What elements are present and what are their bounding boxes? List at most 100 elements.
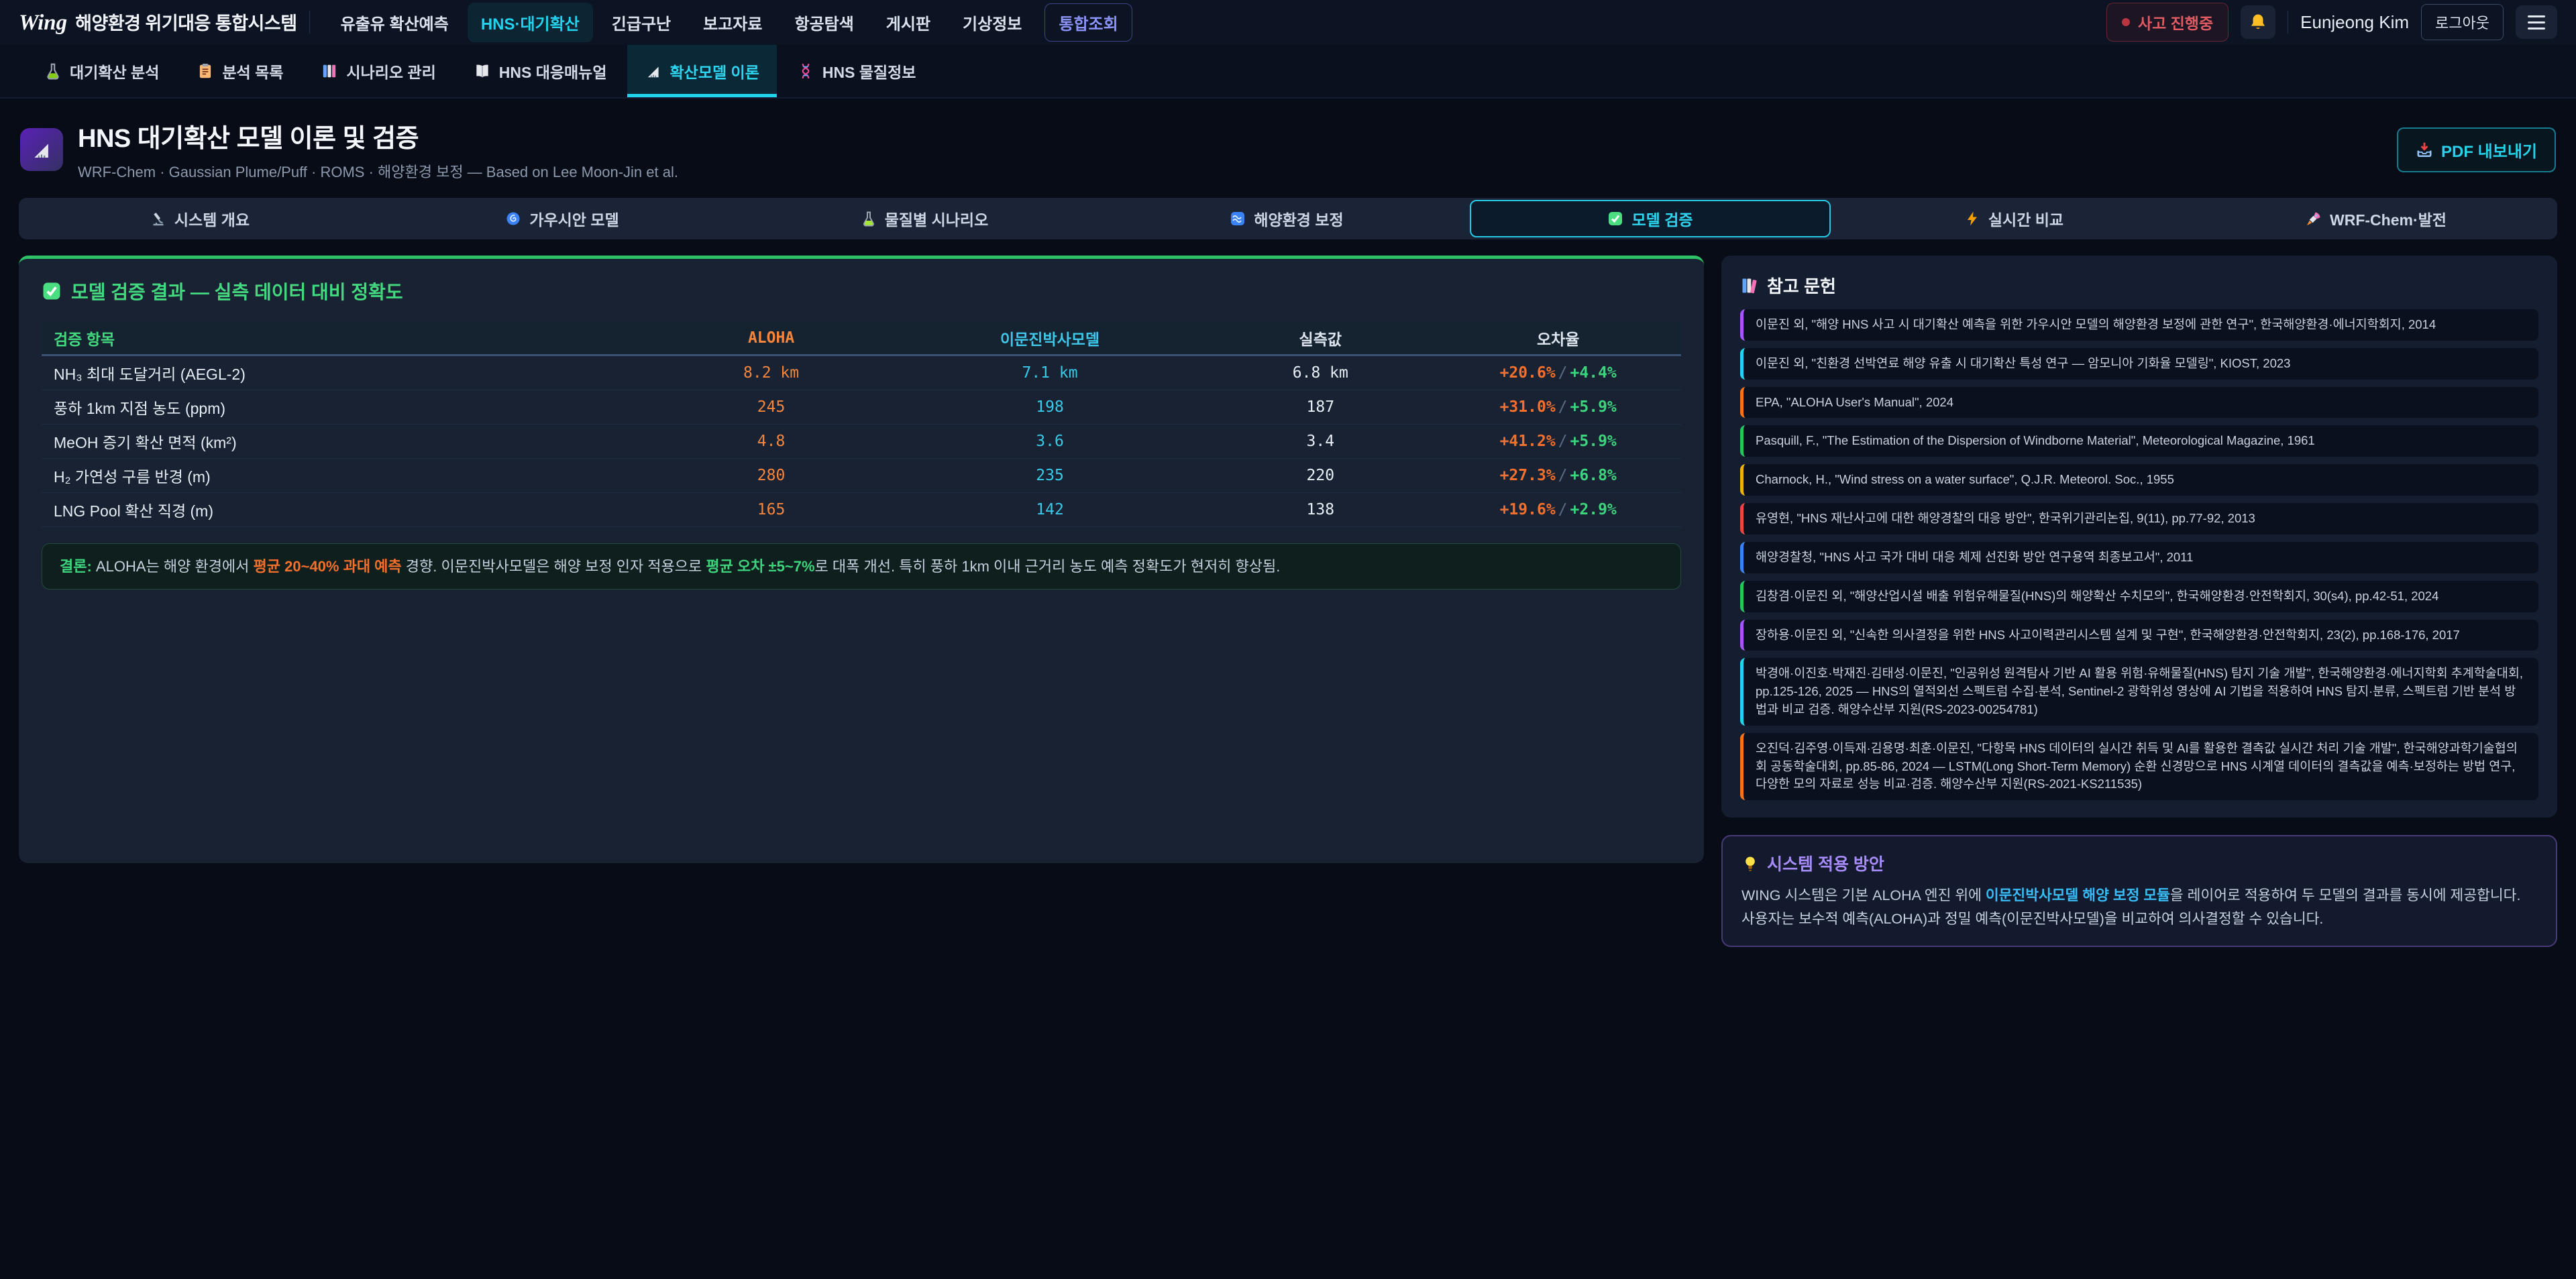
validation-card: 모델 검증 결과 — 실측 데이터 대비 정확도 검증 항목 ALOHA 이문진… [19, 256, 1704, 863]
tab-label: 분석 목록 [222, 60, 283, 82]
pdf-export-button[interactable]: PDF 내보내기 [2397, 127, 2556, 172]
open-book-icon [474, 62, 491, 80]
test-tube-icon [861, 211, 877, 227]
check-icon [42, 281, 62, 301]
section-tab-label: 실시간 비교 [1988, 207, 2063, 230]
conclusion-note: 결론: ALOHA는 해양 환경에서 평균 20~40% 과대 예측 경향. 이… [42, 543, 1681, 590]
error-rate-value: +31.0%/+5.9% [1435, 390, 1681, 425]
lee-model-value: 3.6 [894, 425, 1205, 459]
table-row: 풍하 1km 지점 농도 (ppm) 245 198 187 +31.0%/+5… [42, 390, 1681, 425]
lightning-icon [1964, 211, 1980, 227]
nav-item-reports[interactable]: 보고자료 [690, 3, 775, 42]
reference-item: Pasquill, F., "The Estimation of the Dis… [1740, 425, 2538, 457]
section-tab-label: 가우시안 모델 [529, 207, 619, 230]
brand: Wing 해양환경 위기대응 통합시스템 [19, 9, 297, 36]
error-rate-value: +27.3%/+6.8% [1435, 459, 1681, 493]
module-tab-bar: 대기확산 분석 분석 목록 시나리오 관리 HNS 대응매뉴얼 확산모델 이론 … [0, 45, 2576, 99]
hamburger-icon [2528, 15, 2545, 30]
tab-label: HNS 대응매뉴얼 [499, 60, 607, 82]
col-header-measured: 실측값 [1205, 322, 1435, 355]
nav-item-hns-dispersion[interactable]: HNS·대기확산 [468, 3, 593, 42]
top-bar: Wing 해양환경 위기대응 통합시스템 유출유 확산예측 HNS·대기확산 긴… [0, 0, 2576, 45]
nav-item-board[interactable]: 게시판 [873, 3, 944, 42]
tab-model-theory[interactable]: 확산모델 이론 [627, 45, 777, 97]
section-tab-label: 시스템 개요 [174, 207, 250, 230]
tab-dispersion-analysis[interactable]: 대기확산 분석 [27, 45, 176, 97]
col-header-item: 검증 항목 [42, 322, 648, 355]
nav-item-weather[interactable]: 기상정보 [949, 3, 1035, 42]
row-item-label: H₂ 가연성 구름 반경 (m) [42, 459, 648, 493]
section-tab-wrf-chem[interactable]: WRF-Chem·발전 [2197, 200, 2555, 237]
logout-button[interactable]: 로그아웃 [2421, 4, 2504, 40]
section-tab-label: 물질별 시나리오 [885, 207, 989, 230]
reference-item: EPA, "ALOHA User's Manual", 2024 [1740, 387, 2538, 419]
page-icon-box [20, 128, 63, 171]
menu-button[interactable] [2516, 5, 2557, 39]
section-tab-gaussian-model[interactable]: 가우시안 모델 [383, 200, 741, 237]
section-tab-label: 모델 검증 [1631, 207, 1693, 230]
lee-model-value: 7.1 km [894, 355, 1205, 390]
aloha-value: 165 [648, 493, 894, 527]
nav-item-emergency-rescue[interactable]: 긴급구난 [598, 3, 684, 42]
table-row: MeOH 증기 확산 면적 (km²) 4.8 3.6 3.4 +41.2%/+… [42, 425, 1681, 459]
divider [309, 11, 310, 34]
tab-label: 대기확산 분석 [70, 60, 159, 82]
tab-hns-manual[interactable]: HNS 대응매뉴얼 [456, 45, 625, 97]
col-header-error-rate: 오차율 [1435, 322, 1681, 355]
tab-label: 시나리오 관리 [346, 60, 435, 82]
table-header: 검증 항목 ALOHA 이문진박사모델 실측값 오차율 [42, 322, 1681, 355]
tab-analysis-list[interactable]: 분석 목록 [179, 45, 301, 97]
lee-model-value: 235 [894, 459, 1205, 493]
tab-scenario-management[interactable]: 시나리오 관리 [303, 45, 453, 97]
nav-item-aerial-search[interactable]: 항공탐색 [781, 3, 867, 42]
error-rate-value: +19.6%/+2.9% [1435, 493, 1681, 527]
nav-item-integrated-search[interactable]: 통합조회 [1044, 3, 1132, 42]
row-item-label: 풍하 1km 지점 농도 (ppm) [42, 390, 648, 425]
col-header-lee-model: 이문진박사모델 [894, 322, 1205, 355]
section-tab-bar: 시스템 개요 가우시안 모델 물질별 시나리오 해양환경 보정 모델 검증 실시… [19, 198, 2557, 239]
reference-item: 장하용·이문진 외, "신속한 의사결정을 위한 HNS 사고이력관리시스템 설… [1740, 620, 2538, 651]
books-icon [321, 62, 338, 80]
lee-model-value: 198 [894, 390, 1205, 425]
nav-item-oil-spill[interactable]: 유출유 확산예측 [327, 3, 462, 42]
section-tab-label: 해양환경 보정 [1254, 207, 1343, 230]
microscope-icon [150, 211, 166, 227]
references-title-row: 참고 문헌 [1740, 273, 2538, 298]
section-tab-model-validation[interactable]: 모델 검증 [1470, 200, 1831, 237]
reference-item: Charnock, H., "Wind stress on a water su… [1740, 464, 2538, 496]
row-item-label: LNG Pool 확산 직경 (m) [42, 493, 648, 527]
aloha-value: 245 [648, 390, 894, 425]
books-icon [1740, 276, 1759, 295]
section-tab-label: WRF-Chem·발전 [2330, 207, 2447, 230]
section-tab-system-overview[interactable]: 시스템 개요 [21, 200, 379, 237]
clipboard-icon [197, 62, 214, 80]
section-tab-marine-correction[interactable]: 해양환경 보정 [1108, 200, 1466, 237]
tab-label: HNS 물질정보 [822, 60, 916, 82]
reference-item: 박경애·이진호·박재진·김태성·이문진, "인공위성 원격탐사 기반 AI 활용… [1740, 658, 2538, 725]
aloha-value: 280 [648, 459, 894, 493]
references-card: 참고 문헌 이문진 외, "해양 HNS 사고 시 대기확산 예측을 위한 가우… [1721, 256, 2557, 818]
error-rate-value: +20.6%/+4.4% [1435, 355, 1681, 390]
rocket-icon [2306, 211, 2322, 227]
right-column: 참고 문헌 이문진 외, "해양 HNS 사고 시 대기확산 예측을 위한 가우… [1721, 256, 2557, 947]
triangle-ruler-icon [645, 62, 662, 80]
conclusion-label: 결론: [60, 558, 92, 575]
page-subtitle: WRF-Chem · Gaussian Plume/Puff · ROMS · … [78, 160, 678, 182]
references-title: 참고 문헌 [1767, 273, 1836, 298]
reference-item: 이문진 외, "해양 HNS 사고 시 대기확산 예측을 위한 가우시안 모델의… [1740, 309, 2538, 341]
reference-item: 해양경찰청, "HNS 사고 국가 대비 대응 체제 선진화 방안 연구용역 최… [1740, 542, 2538, 573]
section-tab-realtime-comparison[interactable]: 실시간 비교 [1835, 200, 2193, 237]
reference-item: 김창겸·이문진 외, "해양산업시설 배출 위험유해물질(HNS)의 해양확산 … [1740, 581, 2538, 612]
section-tab-substance-scenarios[interactable]: 물질별 시나리오 [745, 200, 1104, 237]
application-highlight: 이문진박사모델 해양 보정 모듈 [1986, 887, 2170, 903]
page-title: HNS 대기확산 모델 이론 및 검증 [78, 117, 678, 154]
notifications-button[interactable] [2241, 5, 2275, 39]
tab-hns-substance-info[interactable]: HNS 물질정보 [780, 45, 934, 97]
reference-item: 유영현, "HNS 재난사고에 대한 해양경찰의 대응 방안", 한국위기관리논… [1740, 503, 2538, 535]
table-row: H₂ 가연성 구름 반경 (m) 280 235 220 +27.3%/+6.8… [42, 459, 1681, 493]
aloha-value: 8.2 km [648, 355, 894, 390]
page-header: HNS 대기확산 모델 이론 및 검증 WRF-Chem · Gaussian … [0, 99, 2576, 194]
measured-value: 3.4 [1205, 425, 1435, 459]
main-content: 모델 검증 결과 — 실측 데이터 대비 정확도 검증 항목 ALOHA 이문진… [19, 256, 2557, 947]
status-dot-icon [2122, 18, 2130, 26]
